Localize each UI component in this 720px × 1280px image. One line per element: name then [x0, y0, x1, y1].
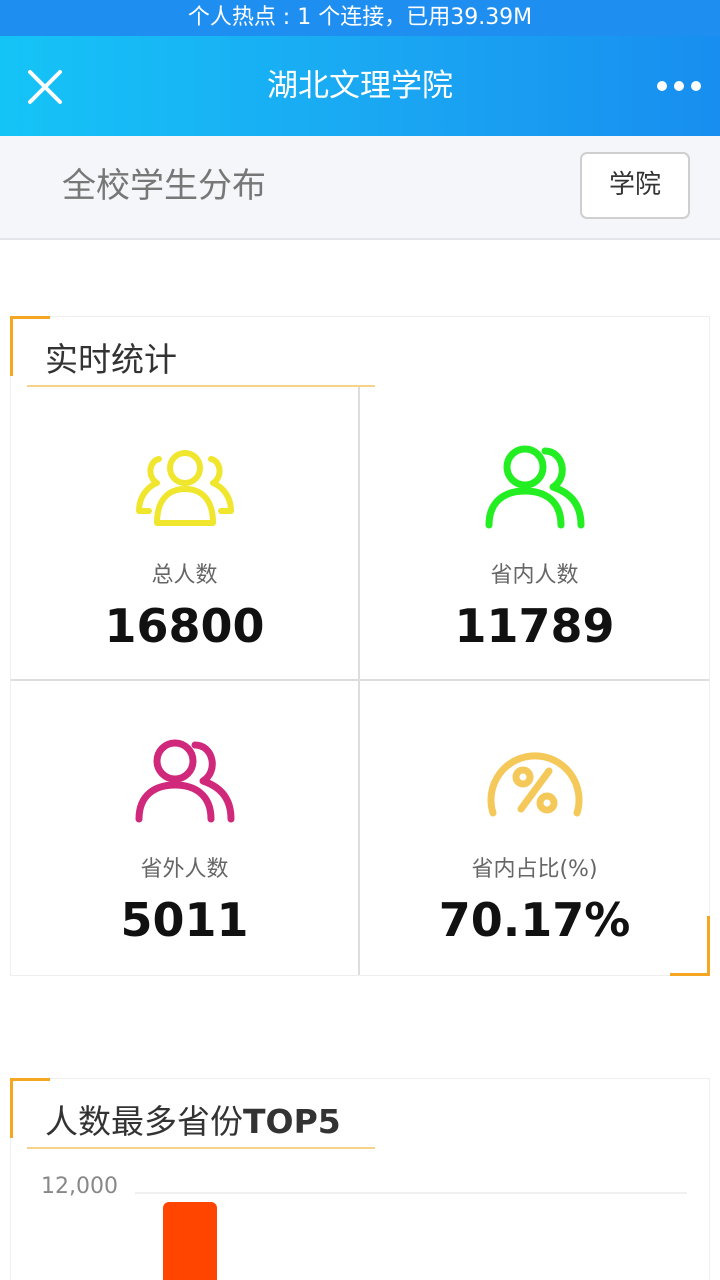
users-group-icon	[135, 450, 234, 526]
stat-card-in-province: 省内人数 11789	[360, 387, 709, 681]
realtime-stats-panel: 实时统计 总人数 16800 省内人数 11789 省外人数 5011 省内占比…	[10, 316, 710, 976]
stat-value: 5011	[120, 893, 249, 947]
bar	[163, 1202, 217, 1280]
heading-prefix: 人数最多省份	[45, 1102, 243, 1141]
corner-decoration	[10, 1078, 50, 1138]
more-horizontal-icon	[657, 81, 701, 91]
more-button[interactable]	[654, 72, 704, 100]
section-title: 全校学生分布	[62, 166, 266, 206]
status-bar: 个人热点 : 1 个连接，已用39.39M	[0, 0, 720, 36]
stat-value: 11789	[454, 599, 615, 653]
y-tick-label: 12,000	[41, 1174, 118, 1199]
stat-label: 省外人数	[140, 857, 229, 882]
status-bar-text: 个人热点 : 1 个连接，已用39.39M	[187, 5, 533, 30]
corner-decoration	[10, 316, 50, 376]
heading-bold: TOP5	[243, 1102, 341, 1141]
stats-grid: 总人数 16800 省内人数 11789 省外人数 5011 省内占比(%) 7…	[11, 387, 709, 975]
title-bar: 湖北文理学院	[0, 36, 720, 136]
panel-heading: 人数最多省份TOP5	[45, 1095, 341, 1143]
close-icon	[28, 70, 62, 104]
stat-card-out-province: 省外人数 5011	[11, 681, 360, 975]
stat-card-in-province-ratio: 省内占比(%) 70.17%	[360, 681, 709, 975]
stat-value: 70.17%	[438, 893, 631, 947]
top5-provinces-panel: 人数最多省份TOP5 12,000	[10, 1078, 710, 1280]
stat-value: 16800	[104, 599, 265, 653]
close-button[interactable]	[22, 64, 68, 110]
stat-label: 省内占比(%)	[471, 857, 598, 882]
panel-heading: 实时统计	[45, 340, 177, 379]
percent-gauge-icon	[487, 752, 582, 817]
users-pair-icon	[485, 445, 584, 529]
sub-header: 全校学生分布 学院	[0, 136, 720, 240]
stat-card-total: 总人数 16800	[11, 387, 360, 681]
college-button[interactable]: 学院	[580, 152, 690, 219]
stat-label: 省内人数	[490, 563, 579, 588]
heading-underline	[27, 1147, 375, 1149]
page-title: 湖北文理学院	[267, 68, 453, 104]
users-pair-icon	[135, 739, 234, 823]
stat-label: 总人数	[151, 563, 218, 588]
top5-bar-chart: 12,000	[41, 1174, 687, 1280]
